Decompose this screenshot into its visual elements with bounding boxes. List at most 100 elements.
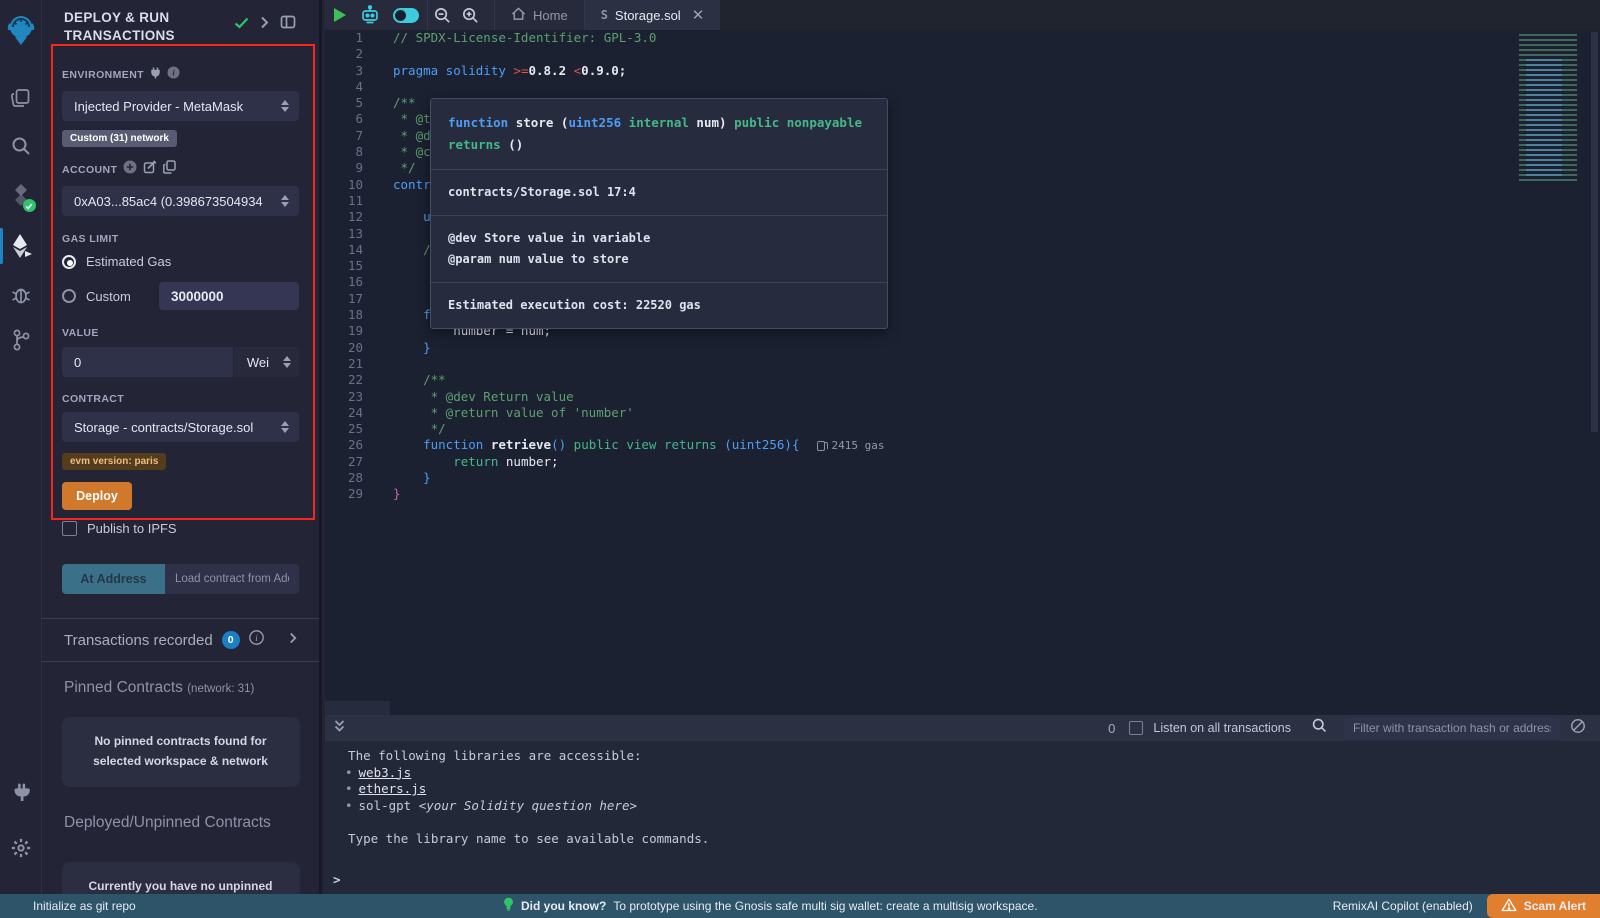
transactions-recorded-row[interactable]: Transactions recorded 0 i xyxy=(42,619,319,661)
zoom-out-icon[interactable] xyxy=(428,0,456,30)
tooltip-doc-param: @param num value to store xyxy=(448,249,870,270)
listen-transactions-checkbox[interactable] xyxy=(1129,721,1143,735)
custom-gas-radio[interactable] xyxy=(62,289,76,303)
tip-text: To prototype using the Gnosis safe multi… xyxy=(613,899,1037,913)
terminal-prompt[interactable]: > xyxy=(333,872,341,889)
git-init-action[interactable]: Initialize as git repo xyxy=(33,899,136,913)
search-icon[interactable] xyxy=(0,126,42,166)
editor-minimap[interactable] xyxy=(1516,31,1588,715)
hover-tooltip: function store (uint256 internal num) pu… xyxy=(430,98,888,329)
custom-gas-label: Custom xyxy=(86,289,131,304)
debugger-icon[interactable] xyxy=(0,274,42,314)
deploy-run-panel: DEPLOY & RUN TRANSACTIONS ENVIRONMENT xyxy=(42,0,322,894)
select-arrows-icon xyxy=(283,356,291,368)
transactions-info-icon[interactable]: i xyxy=(249,630,264,650)
icon-rail xyxy=(0,0,42,894)
gas-limit-label: GAS LIMIT xyxy=(62,233,119,245)
custom-gas-input[interactable] xyxy=(159,282,299,310)
value-unit-select[interactable]: Wei xyxy=(234,347,299,377)
publish-ipfs-checkbox[interactable] xyxy=(62,521,77,536)
focus-panel-chevron-icon[interactable] xyxy=(260,16,269,34)
terminal-output[interactable]: The following libraries are accessible:•… xyxy=(325,741,1600,894)
tip-title: Did you know? xyxy=(521,899,606,913)
settings-gear-icon[interactable] xyxy=(0,828,42,868)
zoom-in-icon[interactable] xyxy=(456,0,484,30)
plug-icon xyxy=(150,66,161,84)
environment-label: ENVIRONMENT xyxy=(62,69,144,81)
listen-transactions-label: Listen on all transactions xyxy=(1153,721,1291,735)
network-badge: Custom (31) network xyxy=(62,130,177,147)
environment-select[interactable]: Injected Provider - MetaMask xyxy=(62,91,299,121)
remix-ide-window: DEPLOY & RUN TRANSACTIONS ENVIRONMENT xyxy=(0,0,1600,918)
transactions-recorded-label: Transactions recorded xyxy=(64,632,213,649)
terminal-tx-count: 0 xyxy=(1108,721,1115,736)
panel-title: DEPLOY & RUN TRANSACTIONS xyxy=(64,9,234,44)
did-you-know-tip: Did you know? To prototype using the Gno… xyxy=(503,897,1038,915)
estimated-gas-label: Estimated Gas xyxy=(86,254,171,269)
terminal-region: 0 Listen on all transactions The followi… xyxy=(325,715,1600,894)
terminal-collapse-icon[interactable] xyxy=(333,719,346,738)
copilot-toggle[interactable] xyxy=(385,0,427,30)
editor-scrollbar[interactable] xyxy=(1591,32,1598,432)
estimated-gas-radio[interactable] xyxy=(62,255,76,269)
copilot-status[interactable]: RemixAI Copilot (enabled) xyxy=(1333,899,1473,913)
terminal-search-icon[interactable] xyxy=(1311,717,1328,739)
editor-gutter[interactable]: 1234567891011121314151617181920212223242… xyxy=(325,30,375,715)
warning-triangle-icon xyxy=(1501,898,1517,915)
pinned-empty-message: No pinned contracts found for selected w… xyxy=(62,717,300,787)
tooltip-doc-dev: @dev Store value in variable xyxy=(448,228,870,249)
select-arrows-icon xyxy=(281,100,289,112)
publish-ipfs-label: Publish to IPFS xyxy=(87,521,177,536)
pinned-contracts-heading: Pinned Contracts (network: 31) xyxy=(64,679,297,697)
transaction-filter-input[interactable] xyxy=(1344,717,1560,739)
account-label: ACCOUNT xyxy=(62,164,117,176)
scam-alert-button[interactable]: Scam Alert xyxy=(1487,894,1600,918)
deploy-button[interactable]: Deploy xyxy=(62,482,132,510)
select-arrows-icon xyxy=(281,421,289,433)
gas-pump-icon xyxy=(817,441,825,451)
editor-region: Home S Storage.sol ✕ 1234567891011121314… xyxy=(325,0,1600,715)
contract-select[interactable]: Storage - contracts/Storage.sol xyxy=(62,412,299,442)
status-check-icon xyxy=(234,16,249,34)
terminal-lines: The following libraries are accessible:•… xyxy=(333,748,1600,847)
unpinned-empty-message: Currently you have no unpinned contracts… xyxy=(62,862,300,894)
unpinned-contracts-heading: Deployed/Unpinned Contracts xyxy=(64,814,297,832)
transactions-expand-chevron-icon[interactable] xyxy=(289,631,297,649)
at-address-button[interactable]: At Address xyxy=(62,564,165,594)
tab-storage-sol[interactable]: S Storage.sol ✕ xyxy=(585,0,721,30)
solidity-file-icon: S xyxy=(601,8,608,22)
clear-console-icon[interactable] xyxy=(1570,718,1586,739)
contract-label: CONTRACT xyxy=(62,393,124,405)
select-arrows-icon xyxy=(281,195,289,207)
run-script-button[interactable] xyxy=(325,0,355,30)
ai-copilot-robot-icon[interactable] xyxy=(355,0,385,30)
file-explorer-icon[interactable] xyxy=(0,78,42,118)
at-address-input[interactable] xyxy=(165,564,299,594)
compile-success-badge xyxy=(23,199,36,212)
tooltip-docs: @dev Store value in variable @param num … xyxy=(431,216,887,283)
remix-logo-icon[interactable] xyxy=(0,4,42,56)
tooltip-location: contracts/Storage.sol 17:4 xyxy=(431,170,887,216)
pinned-network-label: (network: 31) xyxy=(187,683,254,695)
account-select[interactable]: 0xA03...85ac4 (0.398673504934 xyxy=(62,186,299,216)
tab-home[interactable]: Home xyxy=(495,0,584,30)
evm-version-badge: evm version: paris xyxy=(62,453,166,470)
plugin-manager-icon[interactable] xyxy=(0,774,42,814)
value-input[interactable] xyxy=(62,347,233,377)
add-account-icon[interactable] xyxy=(123,160,137,179)
terminal-header: 0 Listen on all transactions xyxy=(325,715,1600,741)
deploy-run-icon[interactable] xyxy=(0,226,42,266)
transactions-count-badge: 0 xyxy=(222,631,240,649)
lightbulb-icon xyxy=(503,897,514,915)
git-icon[interactable] xyxy=(0,320,42,360)
close-tab-icon[interactable]: ✕ xyxy=(692,6,705,24)
pin-panel-icon[interactable] xyxy=(280,15,296,34)
copy-account-icon[interactable] xyxy=(163,160,176,179)
editor-tabbar: Home S Storage.sol ✕ xyxy=(325,0,1600,30)
home-icon xyxy=(511,7,526,24)
sign-message-icon[interactable] xyxy=(143,160,157,179)
svg-text:i: i xyxy=(255,633,258,643)
tooltip-cost: Estimated execution cost: 22520 gas xyxy=(431,283,887,328)
solidity-compiler-icon[interactable] xyxy=(0,176,42,216)
environment-info-icon[interactable]: i xyxy=(167,66,180,84)
